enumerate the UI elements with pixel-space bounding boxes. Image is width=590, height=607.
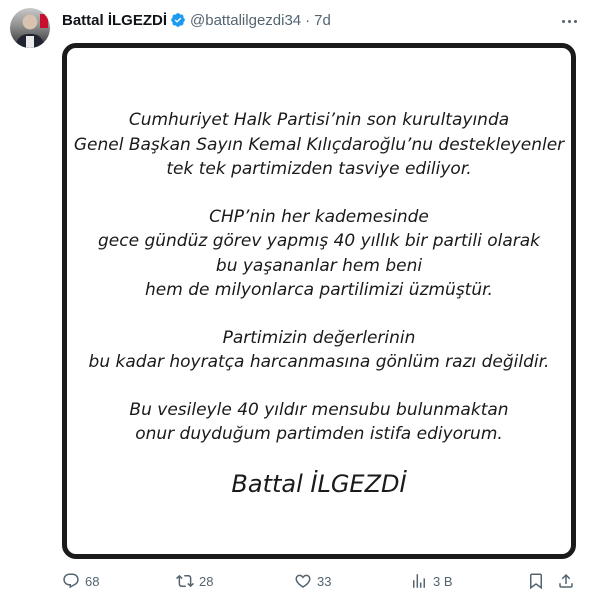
statement-text: Cumhuriyet Halk Partisi’nin son kurultay… xyxy=(67,108,571,470)
avatar[interactable] xyxy=(10,8,50,48)
separator-dot: · xyxy=(305,11,311,29)
statement-line: bu kadar hoyratça harcanmasına gönlüm ra… xyxy=(88,352,550,372)
more-options-icon[interactable] xyxy=(559,12,579,30)
shirt-shape xyxy=(26,36,34,48)
statement-line: Bu vesileyle 40 yıldır mensubu bulunmakt… xyxy=(129,399,509,420)
statement-line: bu yaşananlar hem beni xyxy=(215,255,423,276)
share-icon xyxy=(559,573,573,588)
repost-button[interactable]: 28 xyxy=(176,570,213,592)
statement-line: onur duyduğum partimden istifa ediyorum. xyxy=(135,424,503,444)
bookmark-button[interactable] xyxy=(527,570,545,592)
statement-line: Cumhuriyet Halk Partisi’nin son kurultay… xyxy=(128,110,510,130)
share-button[interactable] xyxy=(557,570,575,592)
reply-icon xyxy=(63,573,79,589)
views-button[interactable]: 3 B xyxy=(410,570,453,592)
repost-icon xyxy=(176,574,194,588)
statement-line: gece gündüz görev yapmış 40 yıllık bir p… xyxy=(98,231,540,251)
statement-paragraph: Partimizin değerlerinin bu kadar hoyratç… xyxy=(67,326,571,375)
statement-image[interactable]: Cumhuriyet Halk Partisi’nin son kurultay… xyxy=(62,43,576,559)
like-button[interactable]: 33 xyxy=(294,570,331,592)
statement-line: hem de milyonlarca partilimizi üzmüştür. xyxy=(145,280,493,300)
heart-icon xyxy=(295,574,311,588)
statement-paragraph: Bu vesileyle 40 yıldır mensubu bulunmakt… xyxy=(67,398,571,447)
timestamp[interactable]: 7d xyxy=(314,12,331,29)
statement-line: Partimizin değerlerinin xyxy=(222,327,416,348)
tweet-actions: 68 28 33 3 B xyxy=(62,570,576,592)
signature: Battal İLGEZDİ xyxy=(231,470,407,498)
flag-shape xyxy=(40,14,48,28)
statement-line: CHP’nin her kademesinde xyxy=(209,206,429,227)
views-count: 3 B xyxy=(433,573,453,589)
repost-count: 28 xyxy=(199,573,214,589)
statement-line: tek tek partimizden tasviye ediliyor. xyxy=(166,159,472,179)
statement-paragraph: CHP’nin her kademesinde gece gündüz göre… xyxy=(67,205,571,303)
author-handle[interactable]: @battalilgezdi34 xyxy=(190,12,301,29)
author-name[interactable]: Battal İLGEZDİ xyxy=(62,12,167,29)
tweet-header: Battal İLGEZDİ @battalilgezdi34 · 7d xyxy=(62,10,331,30)
reply-button[interactable]: 68 xyxy=(62,570,99,592)
reply-count: 68 xyxy=(85,573,100,589)
bookmark-icon xyxy=(530,573,542,590)
like-count: 33 xyxy=(317,573,332,589)
verified-badge-icon[interactable] xyxy=(170,12,186,28)
views-chart-icon xyxy=(413,574,425,588)
statement-line: Genel Başkan Sayın Kemal Kılıçdaroğlu’nu… xyxy=(73,134,565,155)
statement-paragraph: Cumhuriyet Halk Partisi’nin son kurultay… xyxy=(67,108,571,182)
